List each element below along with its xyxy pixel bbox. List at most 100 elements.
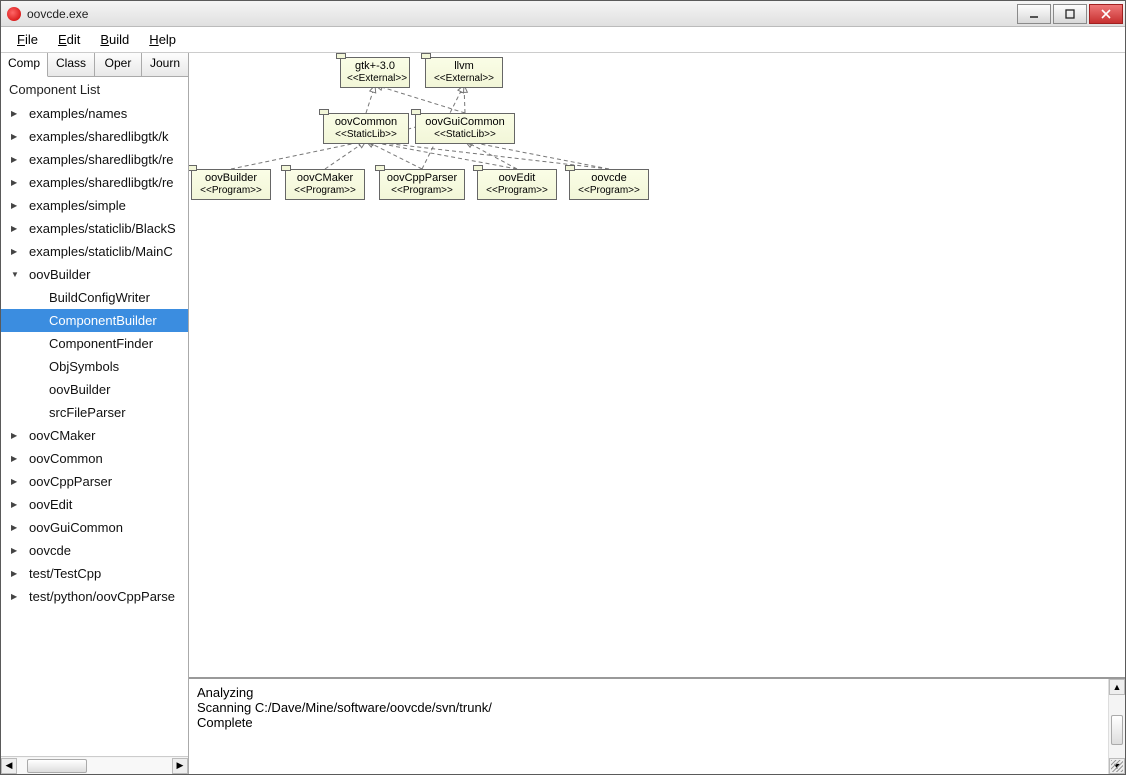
tree-item-label: oovGuiCommon bbox=[29, 520, 123, 535]
tree-item-label: oovCMaker bbox=[29, 428, 95, 443]
tree-item[interactable]: oovGuiCommon bbox=[1, 516, 188, 539]
scroll-up-icon[interactable]: ▲ bbox=[1109, 679, 1125, 695]
window-buttons bbox=[1015, 4, 1123, 24]
tree-item[interactable]: examples/staticlib/MainC bbox=[1, 240, 188, 263]
sidebar-tabs: Comp Class Oper Journ bbox=[1, 53, 188, 77]
node-name: gtk+-3.0 bbox=[347, 60, 403, 73]
chevron-right-icon[interactable] bbox=[11, 499, 23, 510]
diagram-node[interactable]: oovEdit<<Program>> bbox=[477, 169, 557, 200]
scroll-left-icon[interactable]: ◀ bbox=[1, 758, 17, 774]
tree-item[interactable]: oovEdit bbox=[1, 493, 188, 516]
diagram-edges bbox=[189, 53, 1119, 679]
tree-item-label: examples/sharedlibgtk/k bbox=[29, 129, 168, 144]
tree-item-label: oovEdit bbox=[29, 497, 72, 512]
tree-item[interactable]: srcFileParser bbox=[1, 401, 188, 424]
tree-item-label: oovBuilder bbox=[29, 267, 90, 282]
chevron-right-icon[interactable] bbox=[11, 430, 23, 441]
tab-comp[interactable]: Comp bbox=[1, 53, 48, 77]
scroll-thumb[interactable] bbox=[1111, 715, 1123, 745]
chevron-right-icon[interactable] bbox=[11, 453, 23, 464]
tree-item[interactable]: examples/sharedlibgtk/k bbox=[1, 125, 188, 148]
sidebar: Comp Class Oper Journ Component List exa… bbox=[1, 53, 189, 774]
chevron-right-icon[interactable] bbox=[11, 177, 23, 188]
diagram-node[interactable]: oovcde<<Program>> bbox=[569, 169, 649, 200]
maximize-button[interactable] bbox=[1053, 4, 1087, 24]
tree-item[interactable]: oovCMaker bbox=[1, 424, 188, 447]
tab-class[interactable]: Class bbox=[48, 53, 95, 76]
chevron-right-icon[interactable] bbox=[11, 200, 23, 211]
node-stereo: <<Program>> bbox=[292, 185, 358, 197]
tab-oper[interactable]: Oper bbox=[95, 53, 142, 76]
output-panel: Analyzing Scanning C:/Dave/Mine/software… bbox=[189, 679, 1125, 774]
menu-file[interactable]: File bbox=[7, 29, 48, 50]
tree-item[interactable]: examples/simple bbox=[1, 194, 188, 217]
tree-item[interactable]: oovBuilder bbox=[1, 378, 188, 401]
diagram-node[interactable]: oovCMaker<<Program>> bbox=[285, 169, 365, 200]
tree-item[interactable]: oovCommon bbox=[1, 447, 188, 470]
node-name: oovEdit bbox=[484, 172, 550, 185]
tree-item-label: oovCppParser bbox=[29, 474, 112, 489]
chevron-right-icon[interactable] bbox=[11, 223, 23, 234]
package-icon bbox=[281, 165, 291, 171]
chevron-right-icon[interactable] bbox=[11, 568, 23, 579]
diagram-node[interactable]: oovGuiCommon<<StaticLib>> bbox=[415, 113, 515, 144]
chevron-down-icon[interactable] bbox=[11, 269, 23, 280]
chevron-right-icon[interactable] bbox=[11, 154, 23, 165]
scroll-right-icon[interactable]: ▶ bbox=[172, 758, 188, 774]
package-icon bbox=[336, 53, 346, 59]
chevron-right-icon[interactable] bbox=[11, 476, 23, 487]
diagram-node[interactable]: llvm<<External>> bbox=[425, 57, 503, 88]
sidebar-hscroll[interactable]: ◀ ▶ bbox=[1, 756, 188, 774]
menu-help[interactable]: Help bbox=[139, 29, 186, 50]
tree-item[interactable]: examples/sharedlibgtk/re bbox=[1, 171, 188, 194]
menu-build[interactable]: Build bbox=[90, 29, 139, 50]
diagram-node[interactable]: gtk+-3.0<<External>> bbox=[340, 57, 410, 88]
menu-edit[interactable]: Edit bbox=[48, 29, 90, 50]
resize-grip-icon[interactable] bbox=[1111, 760, 1123, 772]
tree-item[interactable]: examples/sharedlibgtk/re bbox=[1, 148, 188, 171]
node-stereo: <<StaticLib>> bbox=[422, 129, 508, 141]
node-stereo: <<External>> bbox=[347, 73, 403, 85]
component-tree[interactable]: examples/names examples/sharedlibgtk/k exa… bbox=[1, 102, 188, 756]
tree-item[interactable]: oovBuilder bbox=[1, 263, 188, 286]
chevron-right-icon[interactable] bbox=[11, 522, 23, 533]
tree-item-label: oovCommon bbox=[29, 451, 103, 466]
chevron-right-icon[interactable] bbox=[11, 246, 23, 257]
diagram-node[interactable]: oovBuilder<<Program>> bbox=[191, 169, 271, 200]
tree-item[interactable]: examples/staticlib/BlackS bbox=[1, 217, 188, 240]
node-stereo: <<StaticLib>> bbox=[330, 129, 402, 141]
package-icon bbox=[411, 109, 421, 115]
tree-item-label: test/TestCpp bbox=[29, 566, 101, 581]
scroll-track[interactable] bbox=[17, 758, 172, 774]
panel-title: Component List bbox=[1, 77, 188, 102]
tree-item[interactable]: oovCppParser bbox=[1, 470, 188, 493]
tree-item[interactable]: ComponentBuilder bbox=[1, 309, 188, 332]
close-button[interactable] bbox=[1089, 4, 1123, 24]
diagram-node[interactable]: oovCommon<<StaticLib>> bbox=[323, 113, 409, 144]
tree-item[interactable]: ObjSymbols bbox=[1, 355, 188, 378]
titlebar[interactable]: oovcde.exe bbox=[1, 1, 1125, 27]
tree-item-label: examples/sharedlibgtk/re bbox=[29, 175, 174, 190]
menu-edit-rest: dit bbox=[67, 32, 81, 47]
chevron-right-icon[interactable] bbox=[11, 545, 23, 556]
tree-item[interactable]: oovcde bbox=[1, 539, 188, 562]
node-stereo: <<Program>> bbox=[198, 185, 264, 197]
chevron-right-icon[interactable] bbox=[11, 108, 23, 119]
diagram-canvas[interactable]: gtk+-3.0<<External>> llvm<<External>> oovC… bbox=[189, 53, 1125, 679]
tree-item-label: oovBuilder bbox=[49, 382, 110, 397]
tab-journ[interactable]: Journ bbox=[142, 53, 188, 76]
window-title: oovcde.exe bbox=[27, 7, 1015, 21]
minimize-button[interactable] bbox=[1017, 4, 1051, 24]
tree-item[interactable]: ComponentFinder bbox=[1, 332, 188, 355]
diagram-node[interactable]: oovCppParser<<Program>> bbox=[379, 169, 465, 200]
main-area: gtk+-3.0<<External>> llvm<<External>> oovC… bbox=[189, 53, 1125, 774]
tree-item[interactable]: test/python/oovCppParse bbox=[1, 585, 188, 608]
tree-item[interactable]: BuildConfigWriter bbox=[1, 286, 188, 309]
node-name: oovGuiCommon bbox=[422, 116, 508, 129]
chevron-right-icon[interactable] bbox=[11, 131, 23, 142]
tree-item[interactable]: examples/names bbox=[1, 102, 188, 125]
chevron-right-icon[interactable] bbox=[11, 591, 23, 602]
tree-item[interactable]: test/TestCpp bbox=[1, 562, 188, 585]
scroll-thumb[interactable] bbox=[27, 759, 87, 773]
menu-help-rest: elp bbox=[159, 32, 176, 47]
